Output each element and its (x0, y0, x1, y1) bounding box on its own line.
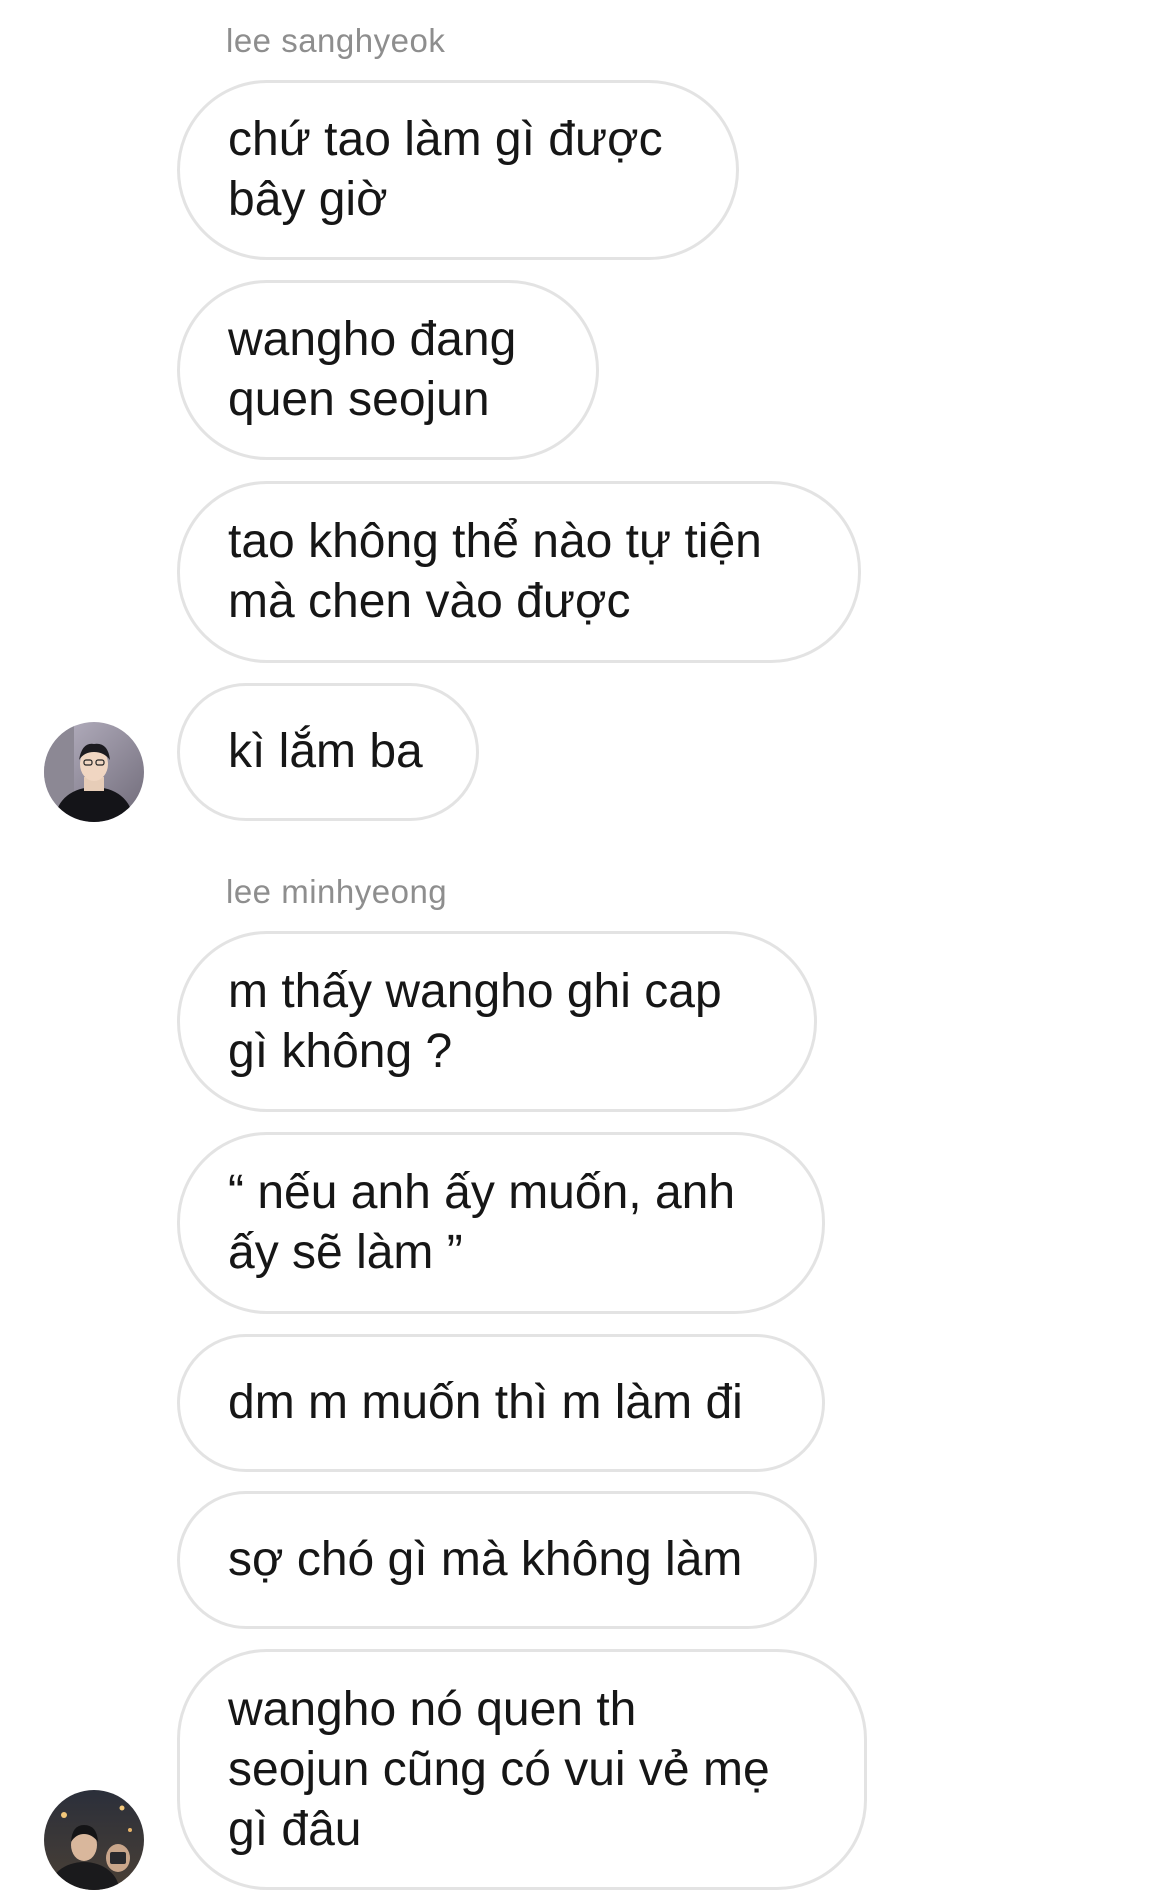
message-text: dm m muốn thì m làm đi (228, 1376, 743, 1429)
message-text: wangho đang quen seojun (228, 313, 517, 426)
message-bubble[interactable]: kì lắm ba (177, 683, 479, 821)
avatar[interactable] (44, 1790, 144, 1890)
message-bubble[interactable]: wangho nó quen th seojun cũng có vui vẻ … (177, 1649, 867, 1890)
avatar[interactable] (44, 722, 144, 822)
message-bubble[interactable]: tao không thể nào tự tiện mà chen vào đư… (177, 481, 861, 663)
message-bubble[interactable]: chứ tao làm gì được bây giờ (177, 80, 739, 260)
message-text: sợ chó gì mà không làm (228, 1533, 743, 1586)
message-bubble[interactable]: wangho đang quen seojun (177, 280, 599, 460)
sender-name-group-1: lee sanghyeok (226, 22, 446, 59)
message-text: chứ tao làm gì được bây giờ (228, 113, 663, 226)
message-text: kì lắm ba (228, 725, 423, 778)
message-text: tao không thể nào tự tiện mà chen vào đư… (228, 515, 762, 628)
message-bubble[interactable]: “ nếu anh ấy muốn, anh ấy sẽ làm ” (177, 1132, 825, 1314)
message-bubble[interactable]: dm m muốn thì m làm đi (177, 1334, 825, 1472)
message-text: wangho nó quen th seojun cũng có vui vẻ … (228, 1682, 770, 1856)
user-avatar-2-icon (44, 1790, 144, 1890)
message-bubble[interactable]: m thấy wangho ghi cap gì không ? (177, 931, 817, 1112)
user-avatar-1-icon (44, 722, 144, 822)
sender-name-group-2: lee minhyeong (226, 873, 448, 910)
message-text: m thấy wangho ghi cap gì không ? (228, 964, 722, 1078)
message-bubble[interactable]: sợ chó gì mà không làm (177, 1491, 817, 1629)
message-text: “ nếu anh ấy muốn, anh ấy sẽ làm ” (228, 1166, 736, 1279)
